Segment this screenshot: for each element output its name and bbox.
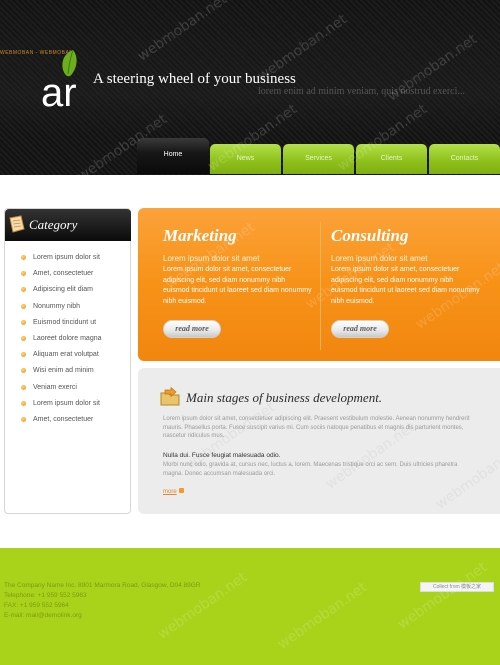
category-header: Category <box>5 209 131 241</box>
bullet-icon <box>21 287 26 293</box>
site-subline: lorem enim ad minim veniam, quis nostrud… <box>258 86 465 97</box>
site-header: WEBMOBAN - WEBMOBAN ar A steering wheel … <box>0 0 500 185</box>
category-item[interactable]: Amet, consectetuer <box>19 415 129 431</box>
arrow-right-icon <box>178 488 184 493</box>
bullet-icon <box>21 368 26 374</box>
folder-arrow-icon <box>160 387 180 406</box>
stages-text: Lorem ipsum dolor sit amet, consectetuer… <box>163 416 470 439</box>
feature-consulting: Consulting Lorem ipsum dolor sit amet Lo… <box>331 226 481 307</box>
bullet-icon <box>21 384 26 390</box>
nav-item-services[interactable]: Services <box>283 144 354 174</box>
main-navigation: Home News Services Clients Contacts <box>137 138 500 174</box>
bullet-icon <box>21 335 26 341</box>
features-panel: Marketing Lorem ipsum dolor sit amet Lor… <box>138 208 500 361</box>
footer-address: The Company Name Inc. 8901 Marmora Road,… <box>4 582 201 589</box>
bullet-icon <box>21 400 26 406</box>
feature-title: Marketing <box>163 226 237 245</box>
footer-email-link[interactable]: mail@demolink.org <box>26 612 82 619</box>
bullet-icon <box>21 271 26 277</box>
category-item[interactable]: Wisi enim ad minim <box>19 366 129 382</box>
notepad-icon <box>9 215 25 233</box>
category-item[interactable]: Lorem ipsum dolor sit <box>19 253 129 269</box>
bullet-icon <box>21 319 26 325</box>
nav-item-contacts[interactable]: Contacts <box>429 144 500 174</box>
stages-panel: Main stages of business development. Lor… <box>138 368 500 514</box>
category-item[interactable]: Euismod tincidunt ut <box>19 318 129 334</box>
category-item[interactable]: Aliquam erat volutpat <box>19 350 129 366</box>
nav-item-home[interactable]: Home <box>137 138 209 174</box>
bullet-icon <box>21 303 26 309</box>
bullet-icon <box>21 416 26 422</box>
category-item[interactable]: Adipiscing elit diam <box>19 285 129 301</box>
footer-badge[interactable]: Collect from 模板之家 <box>420 582 494 592</box>
stages-text-secondary: Morbi nunc odio, gravida at, cursus nec,… <box>163 462 458 477</box>
feature-title: Consulting <box>331 226 409 245</box>
bullet-icon <box>21 352 26 358</box>
nav-item-news[interactable]: News <box>210 144 281 174</box>
stages-highlight: Nulla dui. Fusce feugiat malesuada odio. <box>163 452 281 459</box>
watermark: webmoban.net <box>274 579 371 653</box>
category-list: Lorem ipsum dolor sit Amet, consectetuer… <box>19 253 129 431</box>
read-more-button[interactable]: read more <box>163 320 221 338</box>
footer-contact-info: The Company Name Inc. 8901 Marmora Road,… <box>4 581 201 621</box>
feature-subtitle: Lorem ipsum dolor sit amet <box>163 254 260 263</box>
category-item[interactable]: Lorem ipsum dolor sit <box>19 399 129 415</box>
footer-telephone: Telephone: +1 959 552 5963 <box>4 592 87 599</box>
bullet-icon <box>21 255 26 260</box>
feature-subtitle: Lorem ipsum dolor sit amet <box>331 254 428 263</box>
category-title: Category <box>29 217 78 232</box>
footer-email-line: E-mail: mail@demolink.org <box>4 612 82 619</box>
site-footer: The Company Name Inc. 8901 Marmora Road,… <box>0 548 500 665</box>
more-link[interactable]: more <box>163 488 184 495</box>
category-item[interactable]: Veniam exerci <box>19 383 129 399</box>
category-sidebar: Category Lorem ipsum dolor sit Amet, con… <box>4 208 131 514</box>
nav-item-clients[interactable]: Clients <box>356 144 427 174</box>
read-more-button[interactable]: read more <box>331 320 389 338</box>
feature-text: Lorem ipsum dolor sit amet, consectetuer… <box>331 266 480 305</box>
feature-text: Lorem ipsum dolor sit amet, consectetuer… <box>163 266 312 305</box>
watermark: webmoban.net <box>394 559 491 633</box>
category-item[interactable]: Nonummy nibh <box>19 302 129 318</box>
feature-marketing: Marketing Lorem ipsum dolor sit amet Lor… <box>163 226 313 307</box>
footer-fax: FAX: +1 959 552 5964 <box>4 602 69 609</box>
category-item[interactable]: Amet, consectetuer <box>19 269 129 285</box>
site-logo[interactable]: ar <box>40 48 100 110</box>
divider <box>320 222 321 350</box>
stages-title: Main stages of business development. <box>186 390 383 405</box>
watermark: webmoban.net <box>134 0 231 65</box>
logo-text: ar <box>41 71 77 110</box>
category-item[interactable]: Laoreet dolore magna <box>19 334 129 350</box>
